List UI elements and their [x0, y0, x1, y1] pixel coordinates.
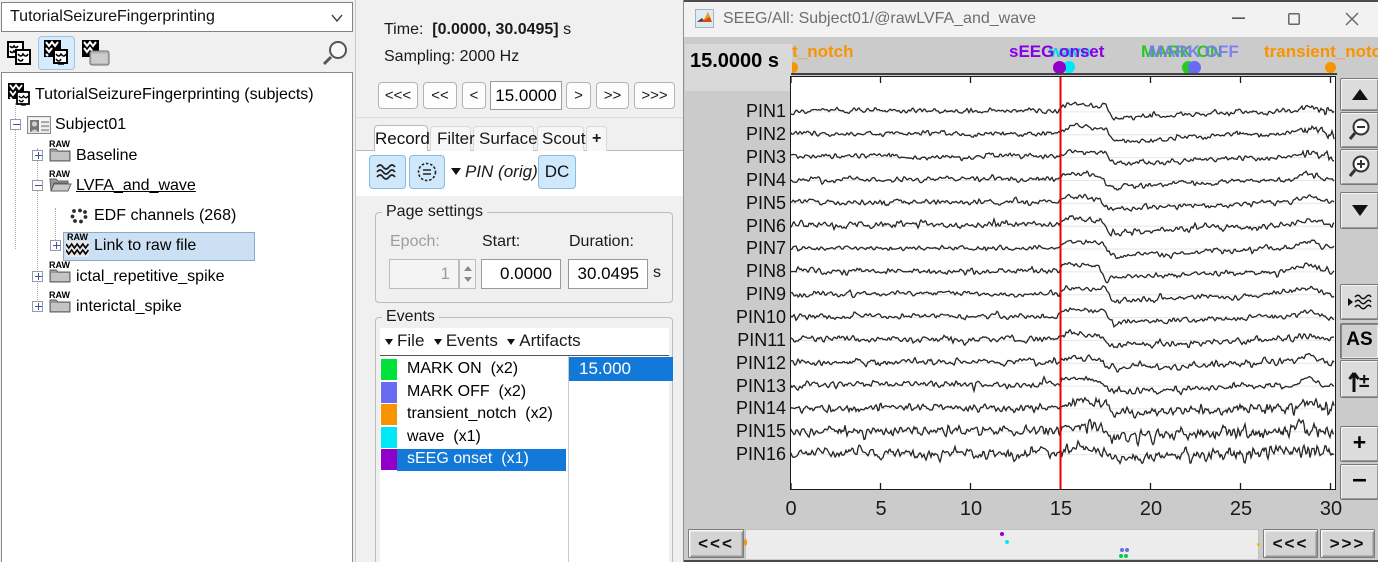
svg-text:RAW: RAW — [49, 169, 71, 179]
svg-text:±: ± — [1359, 371, 1369, 392]
svg-text:RAW: RAW — [49, 290, 71, 300]
svg-text:RAW: RAW — [49, 139, 71, 149]
svg-text:RAW: RAW — [49, 260, 71, 270]
svg-text:RAW: RAW — [67, 232, 89, 242]
